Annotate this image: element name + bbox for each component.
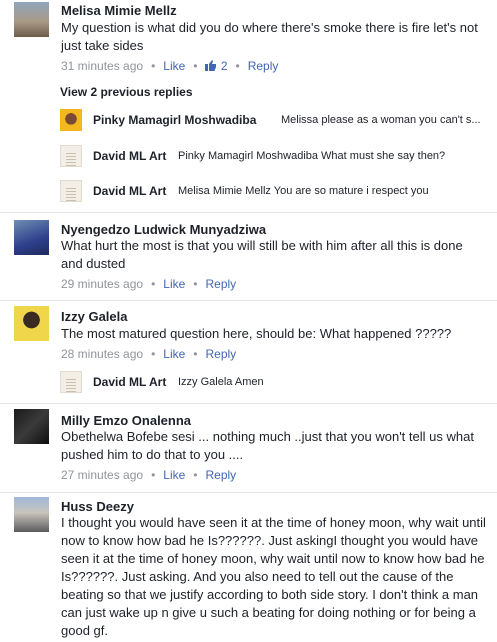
comment-text: What hurt the most is that you will stil…: [61, 238, 463, 271]
separator-dot: •: [151, 59, 156, 73]
separator-dot: •: [151, 277, 156, 291]
comment-meta: 27 minutes ago • Like • Reply: [61, 468, 236, 482]
profile-avatar[interactable]: [60, 109, 82, 131]
reply-text: Melisa Mimie Mellz You are so mature i r…: [178, 185, 429, 197]
reply-text: Izzy Galela Amen: [178, 376, 264, 388]
comment-time[interactable]: 27 minutes ago: [61, 468, 143, 482]
separator-dot: •: [193, 59, 198, 73]
reply-item: David ML Art Izzy Galela Amen: [60, 366, 497, 398]
comment-text: I thought you would have seen it at the …: [61, 515, 486, 638]
reply-author[interactable]: David ML Art: [93, 375, 166, 389]
profile-avatar[interactable]: [60, 145, 82, 167]
separator-dot: •: [193, 277, 198, 291]
view-previous-replies[interactable]: View 2 previous replies: [60, 85, 193, 99]
comment-author[interactable]: Nyengedzo Ludwick Munyadziwa: [61, 222, 266, 237]
comment-author[interactable]: Milly Emzo Onalenna: [61, 413, 191, 428]
comment-text: The most matured question here, should b…: [61, 326, 452, 341]
thumbs-up-icon: [205, 60, 217, 71]
comment-meta: 28 minutes ago • Like • Reply: [61, 347, 236, 361]
comment-meta: 29 minutes ago • Like • Reply: [61, 277, 236, 291]
reply-link[interactable]: Reply: [248, 59, 279, 73]
reply-author[interactable]: David ML Art: [93, 184, 166, 198]
profile-avatar[interactable]: [60, 180, 82, 202]
reply-item: Pinky Mamagirl Moshwadiba Melissa please…: [60, 104, 497, 136]
comment-meta: 31 minutes ago • Like • 2 • Reply: [61, 59, 278, 73]
comment-text: Obethelwa Bofebe sesi ... nothing much .…: [61, 429, 474, 462]
profile-avatar[interactable]: [14, 220, 49, 255]
comment-time[interactable]: 31 minutes ago: [61, 59, 143, 73]
reply-text: Melissa please as a woman you can't s...: [281, 114, 481, 126]
reply-author[interactable]: Pinky Mamagirl Moshwadiba: [93, 113, 256, 127]
separator-dot: •: [235, 59, 240, 73]
reply-link[interactable]: Reply: [205, 277, 236, 291]
divider: [0, 300, 497, 301]
reply-text: Pinky Mamagirl Moshwadiba What must she …: [178, 150, 446, 162]
like-count-number: 2: [220, 59, 228, 73]
like-link[interactable]: Like: [163, 347, 185, 361]
profile-avatar[interactable]: [14, 409, 49, 444]
reply-author[interactable]: David ML Art: [93, 149, 166, 163]
profile-avatar[interactable]: [14, 306, 49, 341]
reply-link[interactable]: Reply: [205, 468, 236, 482]
divider: [0, 492, 497, 493]
like-link[interactable]: Like: [163, 59, 185, 73]
divider: [0, 212, 497, 213]
like-count[interactable]: 2: [205, 59, 228, 73]
like-link[interactable]: Like: [163, 468, 185, 482]
profile-avatar[interactable]: [14, 497, 49, 532]
profile-avatar[interactable]: [60, 371, 82, 393]
comment-author[interactable]: Huss Deezy: [61, 499, 134, 514]
reply-item: David ML Art Melisa Mimie Mellz You are …: [60, 175, 497, 207]
comment-author[interactable]: Melisa Mimie Mellz: [61, 3, 177, 18]
separator-dot: •: [151, 468, 156, 482]
comment-text: My question is what did you do where the…: [61, 20, 478, 53]
separator-dot: •: [193, 468, 198, 482]
divider: [0, 403, 497, 404]
reply-item: David ML Art Pinky Mamagirl Moshwadiba W…: [60, 140, 497, 172]
separator-dot: •: [151, 347, 156, 361]
reply-link[interactable]: Reply: [205, 347, 236, 361]
profile-avatar[interactable]: [14, 2, 49, 37]
comment-author[interactable]: Izzy Galela: [61, 309, 127, 324]
comment-time[interactable]: 29 minutes ago: [61, 277, 143, 291]
like-link[interactable]: Like: [163, 277, 185, 291]
comment-time[interactable]: 28 minutes ago: [61, 347, 143, 361]
separator-dot: •: [193, 347, 198, 361]
